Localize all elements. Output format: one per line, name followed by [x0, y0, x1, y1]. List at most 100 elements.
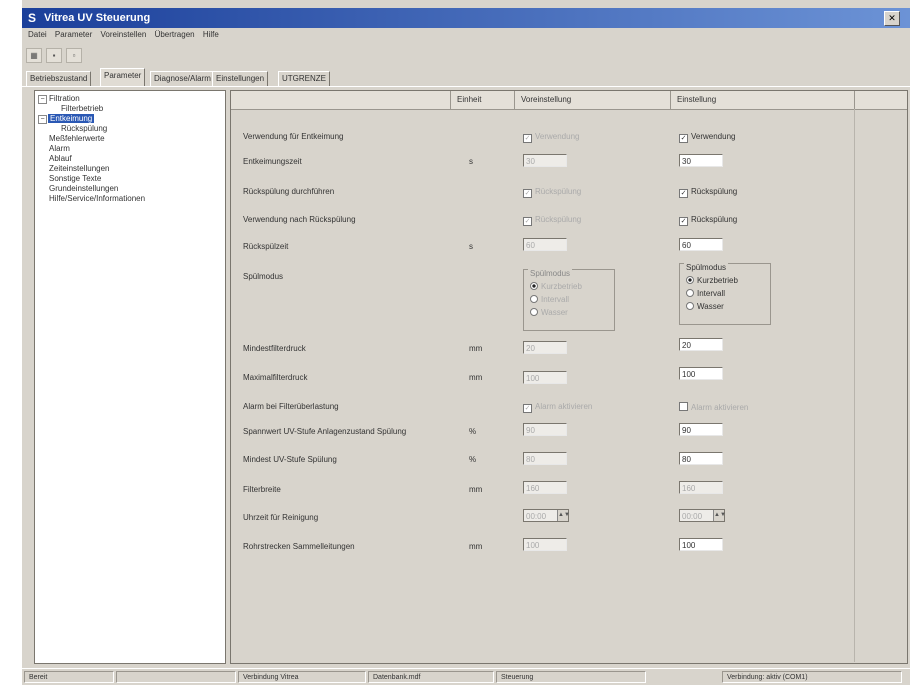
row-label: Rückspülung durchführen — [243, 187, 335, 196]
row-label: Spülmodus — [243, 272, 284, 281]
title-bar: S Vitrea UV Steuerung ✕ — [22, 8, 910, 28]
default-value: 160 — [523, 481, 567, 494]
grid-icon[interactable]: ▦ — [26, 48, 42, 63]
spin-arrows-icon[interactable]: ▲▼ — [713, 510, 726, 521]
status-connection: Verbindung Vitrea — [238, 671, 366, 683]
row-label: Uhrzeit für Reinigung — [243, 513, 319, 522]
tree-item-alarm[interactable]: Alarm — [49, 144, 70, 153]
menu-bar: Datei Parameter Voreinstellen Übertragen… — [22, 30, 910, 44]
menu-voreinstellen[interactable]: Voreinstellen — [101, 30, 147, 39]
alarm-checkbox[interactable]: Alarm aktivieren — [679, 402, 748, 412]
default-value: 20 — [523, 341, 567, 354]
tree-item-sonstige-texte[interactable]: Sonstige Texte — [49, 174, 101, 183]
status-ready: Bereit — [24, 671, 114, 683]
default-checkbox: ✓ Rückspülung — [523, 215, 582, 226]
tab-diagnose[interactable]: Diagnose/Alarm — [150, 71, 215, 86]
tree-item-rueckspuelung[interactable]: Rückspülung — [61, 124, 107, 133]
tab-grenze[interactable]: UTGRENZE — [278, 71, 330, 86]
default-spuelmodus-group: Spülmodus Kurzbetrieb Intervall Wasser — [523, 269, 615, 331]
row-label: Rückspülzeit — [243, 242, 289, 251]
row-label: Verwendung für Entkeimung — [243, 132, 344, 141]
row-label: Spannwert UV-Stufe Anlagenzustand Spülun… — [243, 427, 407, 436]
default-checkbox: ✓ Verwendung — [523, 132, 580, 143]
tree-item-filterbetrieb[interactable]: Filterbetrieb — [61, 104, 103, 113]
row-label: Rohrstrecken Sammelleitungen — [243, 542, 355, 551]
maximalfilterdruck-input[interactable]: 100 — [679, 367, 723, 380]
window-title: Vitrea UV Steuerung — [44, 12, 151, 24]
tree-item-grundeinstellungen[interactable]: Grundeinstellungen — [49, 184, 118, 193]
status-database: Datenbank.mdf — [368, 671, 494, 683]
menu-hilfe[interactable]: Hilfe — [203, 30, 219, 39]
unit-label: % — [469, 455, 477, 464]
status-empty — [116, 671, 236, 683]
rueckspuelung-after-checkbox[interactable]: ✓ Rückspülung — [679, 215, 737, 226]
close-icon[interactable]: ✕ — [884, 11, 900, 26]
tree-item-entkeimung[interactable]: Entkeimung — [48, 114, 95, 123]
reinigung-time-input[interactable]: 00:00 ▲▼ — [679, 509, 726, 522]
grid-header: Einheit Voreinstellung Einstellung — [231, 91, 907, 110]
row-label: Verwendung nach Rückspülung — [243, 215, 356, 224]
tree-item-zeiteinstellungen[interactable]: Zeiteinstellungen — [49, 164, 109, 173]
collapse-icon[interactable]: − — [38, 95, 47, 104]
default-value: 60 — [523, 238, 567, 251]
tree-item-filtration[interactable]: Filtration — [49, 94, 80, 103]
filterbreite-input[interactable]: 160 — [679, 481, 723, 494]
default-value: 30 — [523, 154, 567, 167]
mindest-uv-input[interactable]: 80 — [679, 452, 723, 465]
menu-datei[interactable]: Datei — [28, 30, 47, 39]
default-value: 100 — [523, 538, 567, 551]
default-time: 00:00 ▲▼ — [523, 509, 570, 522]
rueckspuelzeit-input[interactable]: 60 — [679, 238, 723, 251]
main-window: S Vitrea UV Steuerung ✕ Datei Parameter … — [22, 0, 910, 685]
spannwert-input[interactable]: 90 — [679, 423, 723, 436]
toolbar: ▦ ▪ ▫ — [22, 46, 910, 64]
tree-item-hilfe[interactable]: Hilfe/Service/Informationen — [49, 194, 145, 203]
collapse-icon[interactable]: − — [38, 115, 47, 124]
tree-item-messfehler[interactable]: Meßfehlerwerte — [49, 134, 105, 143]
row-label: Alarm bei Filterüberlastung — [243, 402, 339, 411]
status-control: Steuerung — [496, 671, 646, 683]
unit-label: % — [469, 427, 477, 436]
header-einstellung: Einstellung — [671, 91, 855, 109]
tab-betriebszustand[interactable]: Betriebszustand — [26, 71, 92, 86]
default-value: 80 — [523, 452, 567, 465]
default-value: 100 — [523, 371, 567, 384]
row-label: Maximalfilterdruck — [243, 373, 308, 382]
row-label: Mindest UV-Stufe Spülung — [243, 455, 337, 464]
unit-label: mm — [469, 485, 483, 494]
rohrstrecken-input[interactable]: 100 — [679, 538, 723, 551]
default-checkbox: ✓ Rückspülung — [523, 187, 582, 198]
radio-kurzbetrieb[interactable]: Kurzbetrieb — [686, 276, 738, 285]
tree-item-ablauf[interactable]: Ablauf — [49, 154, 72, 163]
status-com: Verbindung: aktiv (COM1) — [722, 671, 902, 683]
tab-einstellungen[interactable]: Einstellungen — [212, 71, 269, 86]
entkeimungszeit-input[interactable]: 30 — [679, 154, 723, 167]
radio-intervall[interactable]: Intervall — [686, 289, 725, 298]
row-label: Filterbreite — [243, 485, 281, 494]
mindestfilterdruck-input[interactable]: 20 — [679, 338, 723, 351]
app-icon: S — [28, 11, 37, 25]
menu-parameter[interactable]: Parameter — [55, 30, 92, 39]
default-checkbox: ✓ Alarm aktivieren — [523, 402, 593, 413]
document-icon[interactable]: ▫ — [66, 48, 82, 63]
row-label: Entkeimungszeit — [243, 157, 302, 166]
radio-wasser[interactable]: Wasser — [686, 302, 724, 311]
default-value: 90 — [523, 423, 567, 436]
status-bar: Bereit Verbindung Vitrea Datenbank.mdf S… — [22, 668, 910, 685]
rueckspuelung-checkbox[interactable]: ✓ Rückspülung — [679, 187, 737, 198]
unit-label: mm — [469, 344, 483, 353]
column-divider — [854, 109, 855, 662]
save-icon[interactable]: ▪ — [46, 48, 62, 63]
spuelmodus-group: Spülmodus Kurzbetrieb Intervall Wasser — [679, 263, 771, 325]
tab-strip: Betriebszustand Parameter Diagnose/Alarm… — [22, 68, 910, 87]
unit-label: mm — [469, 373, 483, 382]
header-voreinstellung: Voreinstellung — [515, 91, 671, 109]
unit-label: s — [469, 157, 473, 166]
header-einheit: Einheit — [451, 91, 515, 109]
parameter-grid: Einheit Voreinstellung Einstellung Verwe… — [230, 90, 908, 664]
verwendung-checkbox[interactable]: ✓ Verwendung — [679, 132, 735, 143]
tab-parameter[interactable]: Parameter — [100, 68, 146, 86]
category-tree: − Filtration Filterbetrieb − Entkeimung … — [34, 90, 226, 664]
menu-uebertragen[interactable]: Übertragen — [155, 30, 195, 39]
row-label: Mindestfilterdruck — [243, 344, 306, 353]
